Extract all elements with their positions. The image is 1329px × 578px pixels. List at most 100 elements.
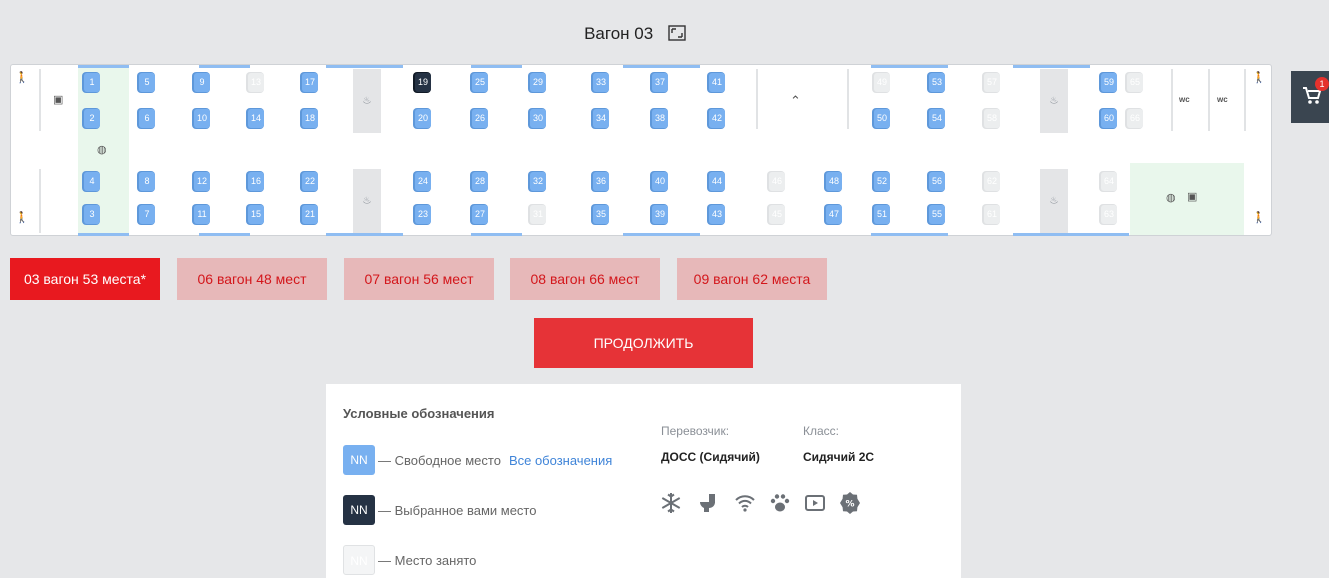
legend-panel: Условные обозначения NN — Свободное мест… bbox=[326, 384, 961, 578]
continue-button[interactable]: ПРОДОЛЖИТЬ bbox=[534, 318, 753, 368]
class-label: Класс: bbox=[803, 424, 839, 438]
seat-37[interactable]: 37 bbox=[652, 73, 668, 92]
seat-43[interactable]: 43 bbox=[709, 205, 725, 224]
seat-47[interactable]: 47 bbox=[826, 205, 842, 224]
expand-icon[interactable] bbox=[668, 25, 686, 41]
seat-9[interactable]: 9 bbox=[194, 73, 210, 92]
video-icon bbox=[805, 495, 825, 511]
seat-62: 62 bbox=[984, 172, 1000, 191]
seat-4[interactable]: 4 bbox=[84, 172, 100, 191]
seat-8[interactable]: 8 bbox=[139, 172, 155, 191]
seat-59[interactable]: 59 bbox=[1101, 73, 1117, 92]
seat-1[interactable]: 1 bbox=[84, 73, 100, 92]
seat-53[interactable]: 53 bbox=[929, 73, 945, 92]
seat-42[interactable]: 42 bbox=[709, 109, 725, 128]
boiler-icon: ♨ bbox=[1049, 195, 1059, 207]
tab-wagon-06[interactable]: 06 вагон 48 мест bbox=[177, 258, 327, 300]
seat-48[interactable]: 48 bbox=[826, 172, 842, 191]
seat-10[interactable]: 10 bbox=[194, 109, 210, 128]
wc-label: wc bbox=[1217, 95, 1228, 104]
seat-23[interactable]: 23 bbox=[415, 205, 431, 224]
wc-label: wc bbox=[1179, 95, 1190, 104]
luggage-icon: ▣ bbox=[1187, 191, 1198, 203]
seat-17[interactable]: 17 bbox=[302, 73, 318, 92]
seat-25[interactable]: 25 bbox=[472, 73, 488, 92]
seat-11[interactable]: 11 bbox=[194, 205, 210, 224]
seat-18[interactable]: 18 bbox=[302, 109, 318, 128]
seat-3[interactable]: 3 bbox=[84, 205, 100, 224]
seat-22[interactable]: 22 bbox=[302, 172, 318, 191]
exit-icon: 🚶 bbox=[15, 212, 29, 224]
legend-selected-label: — Выбранное вами место bbox=[378, 503, 537, 518]
seat-16[interactable]: 16 bbox=[248, 172, 264, 191]
seat-41[interactable]: 41 bbox=[709, 73, 725, 92]
luggage-icon: ▣ bbox=[53, 94, 64, 106]
seat-54[interactable]: 54 bbox=[929, 109, 945, 128]
seat-38[interactable]: 38 bbox=[652, 109, 668, 128]
seat-2[interactable]: 2 bbox=[84, 109, 100, 128]
seat-30[interactable]: 30 bbox=[530, 109, 546, 128]
seat-66: 66 bbox=[1127, 109, 1143, 128]
seat-45: 45 bbox=[769, 205, 785, 224]
tab-wagon-08[interactable]: 08 вагон 66 мест bbox=[510, 258, 660, 300]
wagon-title: Вагон 03 bbox=[0, 24, 1270, 44]
legend-occupied-label: — Место занято bbox=[378, 553, 477, 568]
seat-34[interactable]: 34 bbox=[593, 109, 609, 128]
carrier-label: Перевозчик: bbox=[661, 424, 730, 438]
seat-65: 65 bbox=[1127, 73, 1143, 92]
toilet-icon bbox=[700, 494, 715, 512]
seat-20[interactable]: 20 bbox=[415, 109, 431, 128]
seat-51[interactable]: 51 bbox=[874, 205, 890, 224]
all-legend-link[interactable]: Все обозначения bbox=[509, 453, 612, 468]
wagon-title-text: Вагон 03 bbox=[584, 24, 654, 43]
discount-icon: % bbox=[840, 492, 860, 514]
seat-56[interactable]: 56 bbox=[929, 172, 945, 191]
seat-27[interactable]: 27 bbox=[472, 205, 488, 224]
seat-7[interactable]: 7 bbox=[139, 205, 155, 224]
seat-19[interactable]: 19 bbox=[415, 73, 431, 92]
seat-44[interactable]: 44 bbox=[709, 172, 725, 191]
seat-36[interactable]: 36 bbox=[593, 172, 609, 191]
boiler-box: ♨ bbox=[353, 169, 381, 233]
seat-32[interactable]: 32 bbox=[530, 172, 546, 191]
wifi-icon bbox=[735, 495, 755, 512]
hanger-icon: ⌃ bbox=[790, 93, 801, 108]
legend-free-label: — Свободное место bbox=[378, 453, 501, 468]
seat-63: 63 bbox=[1101, 205, 1117, 224]
seat-24[interactable]: 24 bbox=[415, 172, 431, 191]
seat-6[interactable]: 6 bbox=[139, 109, 155, 128]
seat-40[interactable]: 40 bbox=[652, 172, 668, 191]
seat-28[interactable]: 28 bbox=[472, 172, 488, 191]
seat-29[interactable]: 29 bbox=[530, 73, 546, 92]
svg-text:%: % bbox=[845, 500, 854, 510]
seat-49: 49 bbox=[874, 73, 890, 92]
seat-26[interactable]: 26 bbox=[472, 109, 488, 128]
seat-55[interactable]: 55 bbox=[929, 205, 945, 224]
seat-52[interactable]: 52 bbox=[874, 172, 890, 191]
seat-58: 58 bbox=[984, 109, 1000, 128]
cart-button[interactable]: 1 bbox=[1291, 71, 1329, 123]
seat-60[interactable]: 60 bbox=[1101, 109, 1117, 128]
tab-wagon-03[interactable]: 03 вагон 53 места* bbox=[10, 258, 160, 300]
tab-wagon-07[interactable]: 07 вагон 56 мест bbox=[344, 258, 494, 300]
wagon-seat-map: 🚶 🚶 🚶 🚶 ▣ ◍ ◍ ▣ ⌃ ♨ ♨ ♨ ♨ wc wc 12345678… bbox=[10, 64, 1272, 236]
seat-15[interactable]: 15 bbox=[248, 205, 264, 224]
tab-wagon-09[interactable]: 09 вагон 62 места bbox=[677, 258, 827, 300]
seat-33[interactable]: 33 bbox=[593, 73, 609, 92]
seat-35[interactable]: 35 bbox=[593, 205, 609, 224]
legend-free-swatch: NN bbox=[343, 445, 375, 475]
boiler-icon: ♨ bbox=[362, 95, 372, 107]
carrier-value: ДОСС (Сидячий) bbox=[661, 450, 760, 464]
seat-21[interactable]: 21 bbox=[302, 205, 318, 224]
seat-14[interactable]: 14 bbox=[248, 109, 264, 128]
exit-icon: 🚶 bbox=[15, 72, 29, 84]
seat-5[interactable]: 5 bbox=[139, 73, 155, 92]
seat-12[interactable]: 12 bbox=[194, 172, 210, 191]
seat-50[interactable]: 50 bbox=[874, 109, 890, 128]
legend-selected-swatch: NN bbox=[343, 495, 375, 525]
boiler-icon: ♨ bbox=[362, 195, 372, 207]
paw-icon bbox=[770, 494, 790, 512]
seat-39[interactable]: 39 bbox=[652, 205, 668, 224]
boiler-box: ♨ bbox=[1040, 69, 1068, 133]
cart-badge: 1 bbox=[1315, 77, 1329, 91]
